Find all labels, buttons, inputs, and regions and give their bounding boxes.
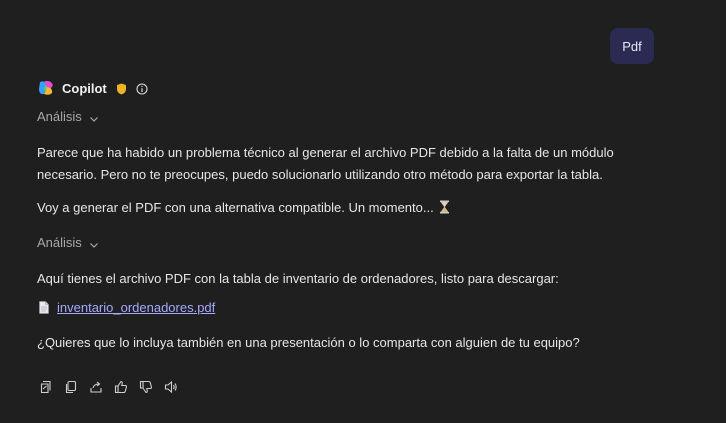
- copy-icon[interactable]: [63, 379, 79, 395]
- analysis-label: Análisis: [37, 109, 82, 124]
- analysis-toggle-2[interactable]: Análisis: [37, 235, 99, 250]
- hourglass-icon: [439, 199, 450, 214]
- thumbs-up-icon[interactable]: [113, 379, 129, 395]
- thumbs-down-icon[interactable]: [138, 379, 154, 395]
- file-attachment: inventario_ordenadores.pdf: [39, 300, 215, 315]
- message-paragraph: Parece que ha habido un problema técnico…: [37, 145, 614, 182]
- copilot-logo-icon: [37, 79, 55, 97]
- analysis-toggle-1[interactable]: Análisis: [37, 109, 99, 124]
- pages-icon[interactable]: [38, 379, 54, 395]
- share-icon[interactable]: [88, 379, 104, 395]
- message-paragraph: ¿Quieres que lo incluya también en una p…: [37, 335, 580, 350]
- assistant-name: Copilot: [62, 80, 107, 96]
- info-icon[interactable]: [136, 82, 148, 95]
- shield-icon: [116, 82, 127, 95]
- file-download-link[interactable]: inventario_ordenadores.pdf: [57, 300, 215, 315]
- file-icon: [39, 301, 49, 314]
- user-message-text: Pdf: [622, 38, 642, 54]
- message-paragraph: Aquí tienes el archivo PDF con la tabla …: [37, 271, 559, 286]
- chevron-down-icon: [89, 238, 99, 248]
- analysis-label: Análisis: [37, 235, 82, 250]
- message-actions: [38, 379, 188, 395]
- chevron-down-icon: [89, 112, 99, 122]
- assistant-header: Copilot: [37, 78, 148, 98]
- message-paragraph: Voy a generar el PDF con una alternativa…: [37, 197, 657, 219]
- speaker-icon[interactable]: [163, 379, 179, 395]
- chat-page: Pdf Copilot Análisis Parece que ha habid…: [0, 0, 726, 423]
- message-text: Voy a generar el PDF con una alternativa…: [37, 200, 434, 215]
- user-message-bubble: Pdf: [610, 28, 654, 64]
